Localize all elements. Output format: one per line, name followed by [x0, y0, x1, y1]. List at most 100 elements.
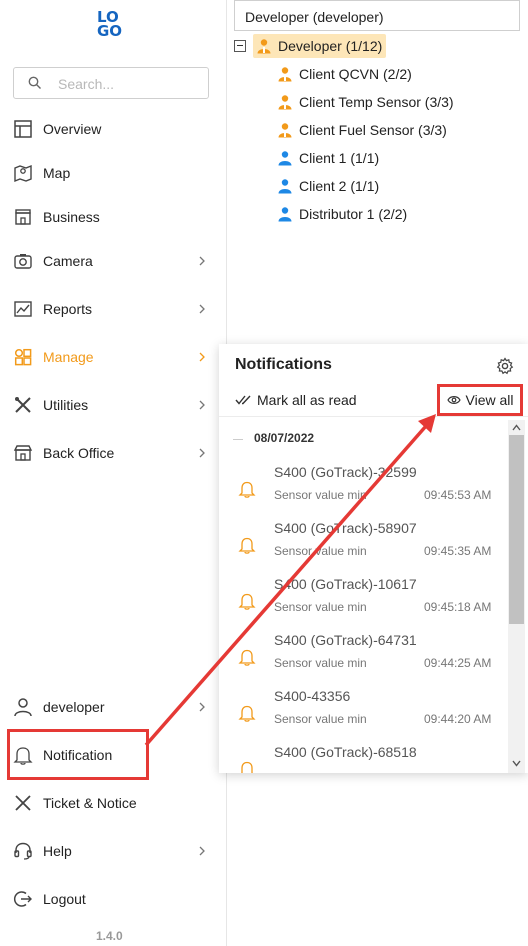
- tree-root-node[interactable]: Developer (1/12): [253, 34, 387, 58]
- tree-node[interactable]: Distributor 1 (2/2): [277, 202, 407, 226]
- overview-icon: [14, 120, 32, 138]
- tree-node[interactable]: Client Fuel Sensor (3/3): [277, 118, 447, 142]
- mark-all-read-label: Mark all as read: [257, 392, 357, 408]
- notification-subtitle: Sensor value min: [274, 600, 367, 614]
- notification-item[interactable]: S400-43356 Sensor value min 09:44:20 AM: [219, 684, 507, 740]
- nav-label: Help: [43, 843, 72, 859]
- nav-label: Business: [43, 209, 100, 225]
- tree-node[interactable]: Client QCVN (2/2): [277, 62, 412, 86]
- notification-subtitle: Sensor value min: [274, 488, 367, 502]
- tree-node-label: Developer (1/12): [278, 38, 383, 54]
- notification-item[interactable]: S400 (GoTrack)-64731 Sensor value min 09…: [219, 628, 507, 684]
- nav-item-help[interactable]: Help: [0, 831, 226, 871]
- date-separator-line: [233, 439, 243, 440]
- search-icon: [28, 76, 41, 89]
- nav-label: Manage: [43, 349, 94, 365]
- camera-icon: [14, 254, 32, 269]
- tree-node[interactable]: Client Temp Sensor (3/3): [277, 90, 454, 114]
- nav-item-back-office[interactable]: Back Office: [0, 433, 226, 473]
- nav-item-manage[interactable]: Manage: [0, 337, 226, 377]
- tree-node[interactable]: Client 1 (1/1): [277, 146, 379, 170]
- mark-all-read-button[interactable]: Mark all as read: [235, 390, 357, 410]
- search-input[interactable]: [58, 74, 198, 94]
- eye-icon: [446, 396, 461, 404]
- nav-label: Utilities: [43, 397, 89, 413]
- nav-label: Camera: [43, 253, 93, 269]
- date-group-header: 08/07/2022: [233, 431, 493, 447]
- notification-title: S400 (GoTrack)-10617: [274, 576, 417, 592]
- chevron-right-icon: [199, 448, 205, 458]
- nav-item-camera[interactable]: Camera: [0, 241, 226, 281]
- notification-title: S400 (GoTrack)-64731: [274, 632, 417, 648]
- notification-time: 09:45:35 AM: [424, 544, 492, 558]
- bell-icon: [241, 761, 253, 773]
- tree-node-label: Client Temp Sensor (3/3): [299, 94, 454, 110]
- chevron-right-icon: [199, 846, 205, 856]
- notification-title: S400-43356: [274, 688, 351, 704]
- chevron-right-icon: [199, 400, 205, 410]
- search-box[interactable]: [13, 67, 209, 99]
- user-icon: [278, 179, 292, 194]
- view-all-label: View all: [465, 392, 514, 408]
- nav-item-logout[interactable]: Logout: [0, 879, 226, 919]
- nav-item-utilities[interactable]: Utilities: [0, 385, 226, 425]
- logo[interactable]: LO GO: [96, 10, 126, 40]
- tree-node-label: Client 1 (1/1): [299, 150, 380, 166]
- notification-item[interactable]: S400 (GoTrack)-58907 Sensor value min 09…: [219, 516, 507, 572]
- nav-item-overview[interactable]: Overview: [0, 109, 226, 149]
- bell-icon: [238, 481, 256, 498]
- divider: [219, 416, 528, 417]
- nav-item-reports[interactable]: Reports: [0, 289, 226, 329]
- user-group-icon: [278, 123, 292, 138]
- notification-list: 08/07/2022 S400 (GoTrack)-32599 Sensor v…: [219, 420, 507, 773]
- account-select[interactable]: Developer (developer): [234, 0, 520, 31]
- headset-icon: [14, 842, 32, 860]
- tools-icon: [15, 397, 31, 413]
- view-all-button[interactable]: View all: [437, 384, 523, 416]
- user-icon: [14, 698, 32, 717]
- grid-icon: [14, 348, 32, 366]
- chevron-right-icon: [199, 352, 205, 362]
- nav-item-map[interactable]: Map: [0, 153, 226, 193]
- tree-node-label: Client 2 (1/1): [299, 178, 380, 194]
- bell-icon: [238, 649, 256, 666]
- store-icon: [13, 445, 33, 461]
- gear-icon[interactable]: [496, 357, 514, 375]
- notification-scrollbar[interactable]: [508, 420, 525, 773]
- scroll-down-icon[interactable]: [512, 760, 521, 767]
- nav-label: developer: [43, 699, 105, 715]
- notification-time: 09:45:53 AM: [424, 488, 492, 502]
- collapse-toggle[interactable]: [234, 40, 246, 52]
- app-root: LO GO Overview Map: [0, 0, 528, 946]
- scroll-thumb[interactable]: [509, 435, 524, 624]
- user-group-icon: [278, 67, 292, 82]
- notification-title: S400 (GoTrack)-32599: [274, 464, 417, 480]
- version-label: 1.4.0: [96, 929, 123, 943]
- tree-node[interactable]: Client 2 (1/1): [277, 174, 379, 198]
- ticket-icon: [15, 795, 31, 811]
- user-group-icon: [257, 39, 271, 54]
- notification-subtitle: Sensor value min: [274, 712, 367, 726]
- nav-label: Overview: [43, 121, 102, 137]
- nav-label: Back Office: [43, 445, 115, 461]
- notification-time: 09:45:18 AM: [424, 600, 492, 614]
- tree-node-label: Distributor 1 (2/2): [299, 206, 408, 222]
- scroll-up-icon[interactable]: [512, 424, 521, 431]
- logout-icon: [13, 891, 32, 907]
- notification-item[interactable]: S400 (GoTrack)-32599 Sensor value min 09…: [219, 460, 507, 516]
- nav-item-ticket-notice[interactable]: Ticket & Notice: [0, 783, 226, 823]
- logo-text-bottom: GO: [97, 22, 123, 40]
- date-label: 08/07/2022: [254, 431, 315, 445]
- notification-item[interactable]: S400 (GoTrack)-68518: [219, 740, 507, 773]
- nav-label: Logout: [43, 891, 86, 907]
- bell-icon: [238, 537, 256, 554]
- user-icon: [278, 151, 292, 166]
- nav-label: Reports: [43, 301, 93, 317]
- nav-item-business[interactable]: Business: [0, 197, 226, 237]
- user-icon: [278, 207, 292, 222]
- notification-time: 09:44:25 AM: [424, 656, 492, 670]
- tree-node-label: Client Fuel Sensor (3/3): [299, 122, 447, 138]
- nav-item-developer[interactable]: developer: [0, 687, 226, 727]
- notification-item[interactable]: S400 (GoTrack)-10617 Sensor value min 09…: [219, 572, 507, 628]
- chart-icon: [14, 301, 32, 317]
